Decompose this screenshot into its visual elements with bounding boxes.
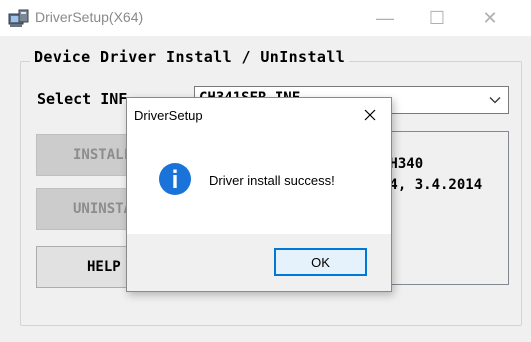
dialog-titlebar: DriverSetup [127,98,391,132]
maximize-button[interactable]: ☐ [414,0,460,36]
ok-button[interactable]: OK [274,248,367,276]
select-inf-label: Select INF [37,90,128,108]
driver-setup-app-icon [8,9,29,27]
help-button-label: HELP [87,259,121,275]
dialog-message: Driver install success! [209,173,335,188]
dialog-footer: OK [127,234,391,291]
ok-button-label: OK [311,255,330,270]
install-button-label: INSTALL [73,147,133,163]
window-title: DriverSetup(X64) [35,9,144,25]
message-dialog: DriverSetup Driver install success! OK [126,97,392,292]
chevron-down-icon [489,97,501,104]
minimize-button[interactable]: — [362,0,408,36]
dialog-close-button[interactable] [353,100,387,130]
info-icon [159,163,191,195]
close-button[interactable]: ✕ [467,0,513,36]
dialog-body: Driver install success! [127,132,391,234]
driver-info-line-2: 14, 3.4.2014 [381,177,483,193]
close-icon [364,109,376,121]
window-titlebar: DriverSetup(X64) — ☐ ✕ [0,0,531,36]
groupbox-title: Device Driver Install / UnInstall [30,48,350,66]
dialog-title: DriverSetup [134,108,203,123]
